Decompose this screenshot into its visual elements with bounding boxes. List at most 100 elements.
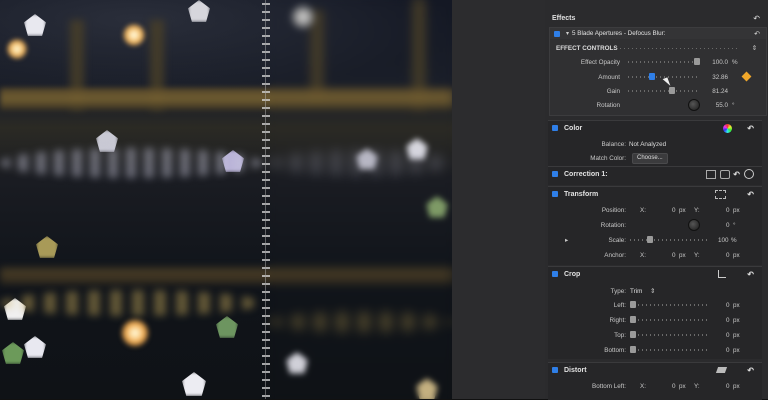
mask-icon[interactable] (706, 169, 716, 179)
correction-enable-checkbox[interactable] (552, 171, 558, 177)
crop-type-row[interactable]: Type: Trim ⇕ (548, 285, 762, 297)
crop-title: Crop (564, 270, 581, 278)
slider-knob[interactable] (630, 346, 636, 353)
x-label: X: (640, 382, 646, 390)
param-gain[interactable]: Gain 81.24 (550, 85, 760, 97)
crop-right-row[interactable]: Right: 0 px (548, 314, 762, 326)
anchor-row[interactable]: Anchor: X: 0 px Y: 0 px (548, 249, 762, 261)
param-label: Amount (598, 73, 620, 81)
slider-knob[interactable] (630, 301, 636, 308)
rotation-value[interactable]: 0 (726, 222, 730, 229)
keyframe-diamond-icon[interactable] (741, 71, 752, 82)
reset-icon[interactable]: ↶ (747, 270, 754, 279)
transform-enable-checkbox[interactable] (552, 191, 558, 197)
sort-icon[interactable]: ⇕ (650, 288, 655, 295)
crop-enable-checkbox[interactable] (552, 271, 558, 277)
reset-icon[interactable]: ↶ (747, 124, 754, 133)
distort-onscreen-icon[interactable] (715, 367, 728, 373)
param-slider[interactable] (628, 90, 698, 92)
y-label: Y: (694, 251, 700, 259)
color-enable-checkbox[interactable] (552, 125, 558, 131)
disclosure-triangle-icon[interactable]: ▾ (566, 30, 569, 37)
reset-icon[interactable]: ↶ (753, 14, 760, 23)
viewer-margin (452, 0, 545, 399)
correction-title: Correction 1: (564, 170, 608, 178)
effect-enable-checkbox[interactable] (554, 30, 560, 37)
param-value[interactable]: 81.24 (702, 88, 728, 95)
param-effect-opacity[interactable]: Effect Opacity 100.0 % (550, 56, 760, 68)
param-unit: % (732, 58, 738, 66)
reset-icon[interactable]: ↶ (733, 170, 740, 179)
y-unit: px (733, 206, 740, 214)
crop-top-row[interactable]: Top: 0 px (548, 329, 762, 341)
y-label: Y: (694, 206, 700, 214)
distort-header[interactable]: Distort ↶ (548, 363, 762, 377)
y-value[interactable]: 0 (726, 383, 730, 390)
crop-bottom-slider[interactable] (638, 349, 710, 351)
bottom-left-row[interactable]: Bottom Left: X: 0 px Y: 0 px (548, 380, 762, 392)
reset-icon[interactable]: ↶ (747, 190, 754, 199)
unit: px (733, 301, 740, 309)
param-value[interactable]: 55.0 (702, 102, 728, 109)
reset-icon[interactable]: ↶ (747, 366, 754, 375)
reset-icon[interactable]: ↶ (754, 30, 760, 38)
param-value[interactable]: 32.86 (702, 74, 728, 81)
param-slider-knob[interactable] (669, 87, 675, 94)
param-slider-knob[interactable] (694, 58, 700, 65)
bokeh-row (0, 290, 262, 316)
y-unit: px (733, 251, 740, 259)
y-value[interactable]: 0 (726, 252, 730, 259)
crop-right-label: Right: (609, 316, 626, 324)
param-amount[interactable]: Amount 32.86 (550, 71, 764, 83)
crop-section: Crop ↶ Type: Trim ⇕ Left: 0 px Right: 0 … (548, 266, 762, 359)
rotation-dial[interactable] (688, 99, 700, 111)
arrow-circle-icon[interactable] (744, 169, 754, 179)
value[interactable]: 0 (726, 302, 730, 309)
slider-knob[interactable] (630, 316, 636, 323)
video-viewer[interactable] (0, 0, 452, 399)
value[interactable]: 0 (726, 347, 730, 354)
param-value[interactable]: 100.0 (702, 59, 728, 66)
y-value[interactable]: 0 (726, 207, 730, 214)
value[interactable]: 0 (726, 332, 730, 339)
param-label: Gain (606, 87, 620, 95)
x-value[interactable]: 0 (672, 383, 676, 390)
choose-button[interactable]: Choose... (632, 153, 668, 164)
crop-type-value[interactable]: Trim (630, 288, 642, 295)
rotation-row[interactable]: Rotation: 0 ° (548, 219, 762, 231)
split-view-divider[interactable] (262, 0, 270, 399)
x-value[interactable]: 0 (672, 252, 676, 259)
rotation-dial[interactable] (688, 219, 700, 231)
sort-icon[interactable]: ⇕ (752, 45, 757, 52)
crop-header[interactable]: Crop ↶ (548, 267, 762, 281)
shape-mask-icon[interactable] (720, 169, 730, 179)
param-slider-knob[interactable] (649, 73, 655, 80)
crop-top-slider[interactable] (638, 334, 710, 336)
x-value[interactable]: 0 (672, 207, 676, 214)
param-slider[interactable] (628, 61, 698, 63)
scale-value[interactable]: 100 (718, 237, 729, 244)
position-row[interactable]: Position: X: 0 px Y: 0 px (548, 204, 762, 216)
color-header[interactable]: Color ↶ (548, 121, 762, 135)
slider-knob[interactable] (630, 331, 636, 338)
scale-slider-knob[interactable] (647, 236, 653, 243)
scale-slider[interactable] (630, 239, 708, 241)
distort-title: Distort (564, 366, 587, 374)
distort-enable-checkbox[interactable] (552, 367, 558, 373)
scale-label: Scale: (608, 236, 626, 244)
crop-left-slider[interactable] (638, 304, 710, 306)
transform-onscreen-icon[interactable] (715, 189, 726, 199)
transform-header[interactable]: Transform ↶ (548, 187, 762, 201)
value[interactable]: 0 (726, 317, 730, 324)
crop-onscreen-icon[interactable] (718, 270, 726, 278)
color-board-icon[interactable] (723, 124, 732, 133)
crop-bottom-row[interactable]: Bottom: 0 px (548, 344, 762, 356)
distort-section: Distort ↶ Bottom Left: X: 0 px Y: 0 px (548, 362, 762, 400)
transform-section: Transform ↶ Position: X: 0 px Y: 0 px Ro… (548, 186, 762, 265)
scale-row[interactable]: ▸ Scale: 100 % (548, 234, 762, 246)
crop-right-slider[interactable] (638, 319, 710, 321)
param-rotation[interactable]: Rotation 55.0 ° (550, 99, 760, 111)
crop-left-row[interactable]: Left: 0 px (548, 299, 762, 311)
effect-controls-row[interactable]: EFFECT CONTROLS ⇕ (556, 42, 761, 54)
correction-header[interactable]: Correction 1: ↶ (548, 167, 762, 181)
